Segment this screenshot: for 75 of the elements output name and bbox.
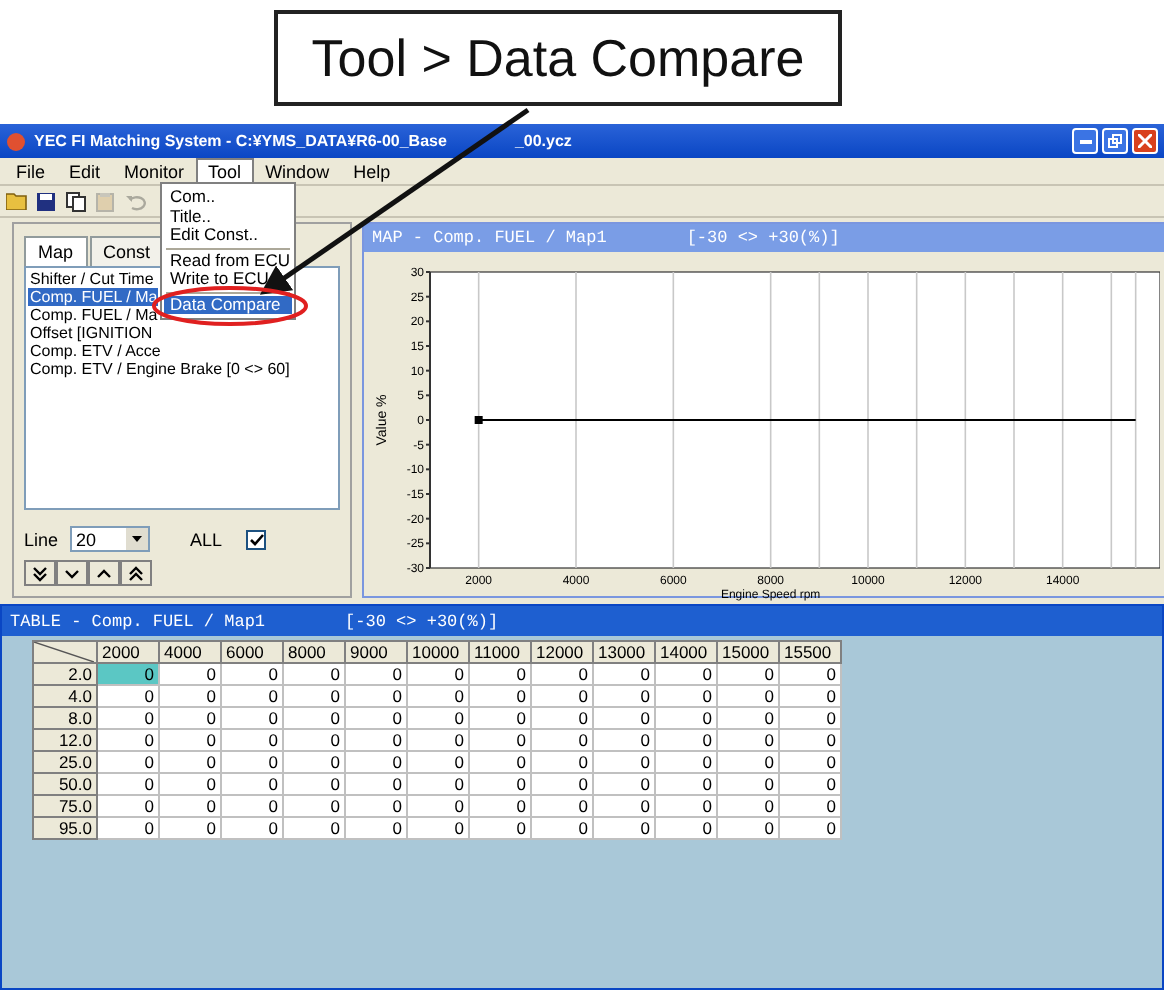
- all-checkbox[interactable]: [246, 529, 267, 549]
- column-header: 9000: [345, 641, 407, 663]
- menu-entry[interactable]: Read from ECU: [164, 251, 292, 270]
- restore-icon: [1108, 134, 1122, 148]
- restore-button[interactable]: [1102, 128, 1128, 154]
- row-header: 95.0: [33, 817, 97, 839]
- map-range: [-30 <> +30(%)]: [686, 228, 840, 248]
- list-item[interactable]: Shifter / Cut Time: [28, 270, 154, 288]
- scroll-up-button[interactable]: [88, 560, 120, 586]
- scroll-last-button[interactable]: [24, 560, 56, 586]
- column-header: 15000: [717, 641, 779, 663]
- double-chevron-up-icon: [128, 565, 144, 581]
- dropdown-arrow-icon: [132, 536, 143, 542]
- list-item[interactable]: Comp. ETV / Acce: [28, 342, 161, 360]
- menu-entry[interactable]: Com..: [164, 188, 292, 207]
- scroll-down-button[interactable]: [56, 560, 88, 586]
- row-header: 12.0: [33, 729, 97, 751]
- toolbar-button[interactable]: [64, 189, 88, 213]
- column-header: 12000: [531, 641, 593, 663]
- menu-item[interactable]: Help: [341, 158, 403, 184]
- line-label: Line: [24, 529, 59, 549]
- save-icon: [36, 191, 56, 211]
- menu-entry[interactable]: Write to ECU: [164, 270, 292, 289]
- menu-entry[interactable]: Data Compare: [164, 295, 292, 314]
- copy-icon: [66, 191, 86, 211]
- close-icon: [1138, 134, 1152, 148]
- column-header: 6000: [221, 641, 283, 663]
- list-item[interactable]: Comp. FUEL / Ma: [28, 288, 158, 306]
- column-header: 13000: [593, 641, 655, 663]
- window-title: YEC FI Matching System - C:¥YMS_DATA¥R6-00_Base: [34, 132, 447, 150]
- column-header: 10000: [407, 641, 469, 663]
- menu-item[interactable]: Edit: [57, 158, 113, 184]
- callout-label: Tool > Data Compare: [274, 10, 842, 106]
- column-header: 15500: [779, 641, 841, 663]
- folder-icon: [5, 192, 27, 210]
- undo-icon: [126, 191, 146, 211]
- table-title: TABLE - Comp. FUEL / Map1: [10, 611, 266, 631]
- scroll-first-button[interactable]: [120, 560, 152, 586]
- map-title: MAP - Comp. FUEL / Map1: [372, 228, 607, 248]
- list-item[interactable]: Comp. FUEL / Ma: [28, 306, 158, 324]
- column-header: 2000: [97, 641, 159, 663]
- menu-item[interactable]: File: [4, 158, 58, 184]
- menu-item[interactable]: Monitor: [112, 158, 197, 184]
- window-title: _00.ycz: [514, 132, 572, 150]
- column-header: 14000: [655, 641, 717, 663]
- chevron-down-icon: [64, 565, 80, 581]
- app-icon: [6, 131, 26, 151]
- close-button[interactable]: [1132, 128, 1158, 154]
- toolbar-button[interactable]: [34, 189, 58, 213]
- menu-entry[interactable]: Title..: [164, 207, 292, 226]
- column-header: 8000: [283, 641, 345, 663]
- point-marker: [474, 416, 483, 424]
- row-header: 8.0: [33, 707, 97, 729]
- menu-item[interactable]: Tool: [196, 158, 254, 184]
- menu-entry[interactable]: Edit Const..: [164, 226, 292, 245]
- chevron-up-icon: [96, 565, 112, 581]
- row-header: 75.0: [33, 795, 97, 817]
- menu-item[interactable]: Window: [253, 158, 342, 184]
- list-item[interactable]: Comp. ETV / Engine Brake [0 <> 60]: [28, 360, 290, 378]
- clipboard-icon: [96, 191, 116, 211]
- column-header: 4000: [159, 641, 221, 663]
- table-range: [-30 <> +30(%)]: [345, 611, 499, 631]
- checkmark-icon: [249, 533, 264, 545]
- row-header: 4.0: [33, 685, 97, 707]
- minimize-button[interactable]: [1072, 128, 1098, 154]
- all-label: ALL: [190, 529, 223, 549]
- list-item[interactable]: Offset [IGNITION: [28, 324, 153, 342]
- tab[interactable]: Map: [24, 236, 88, 268]
- row-header: 50.0: [33, 773, 97, 795]
- column-header: 11000: [469, 641, 531, 663]
- line-dropdown[interactable]: 20: [70, 526, 151, 552]
- minimize-icon: [1079, 139, 1091, 143]
- row-header: 2.0: [33, 663, 97, 685]
- row-header: 25.0: [33, 751, 97, 773]
- double-chevron-down-icon: [32, 565, 48, 581]
